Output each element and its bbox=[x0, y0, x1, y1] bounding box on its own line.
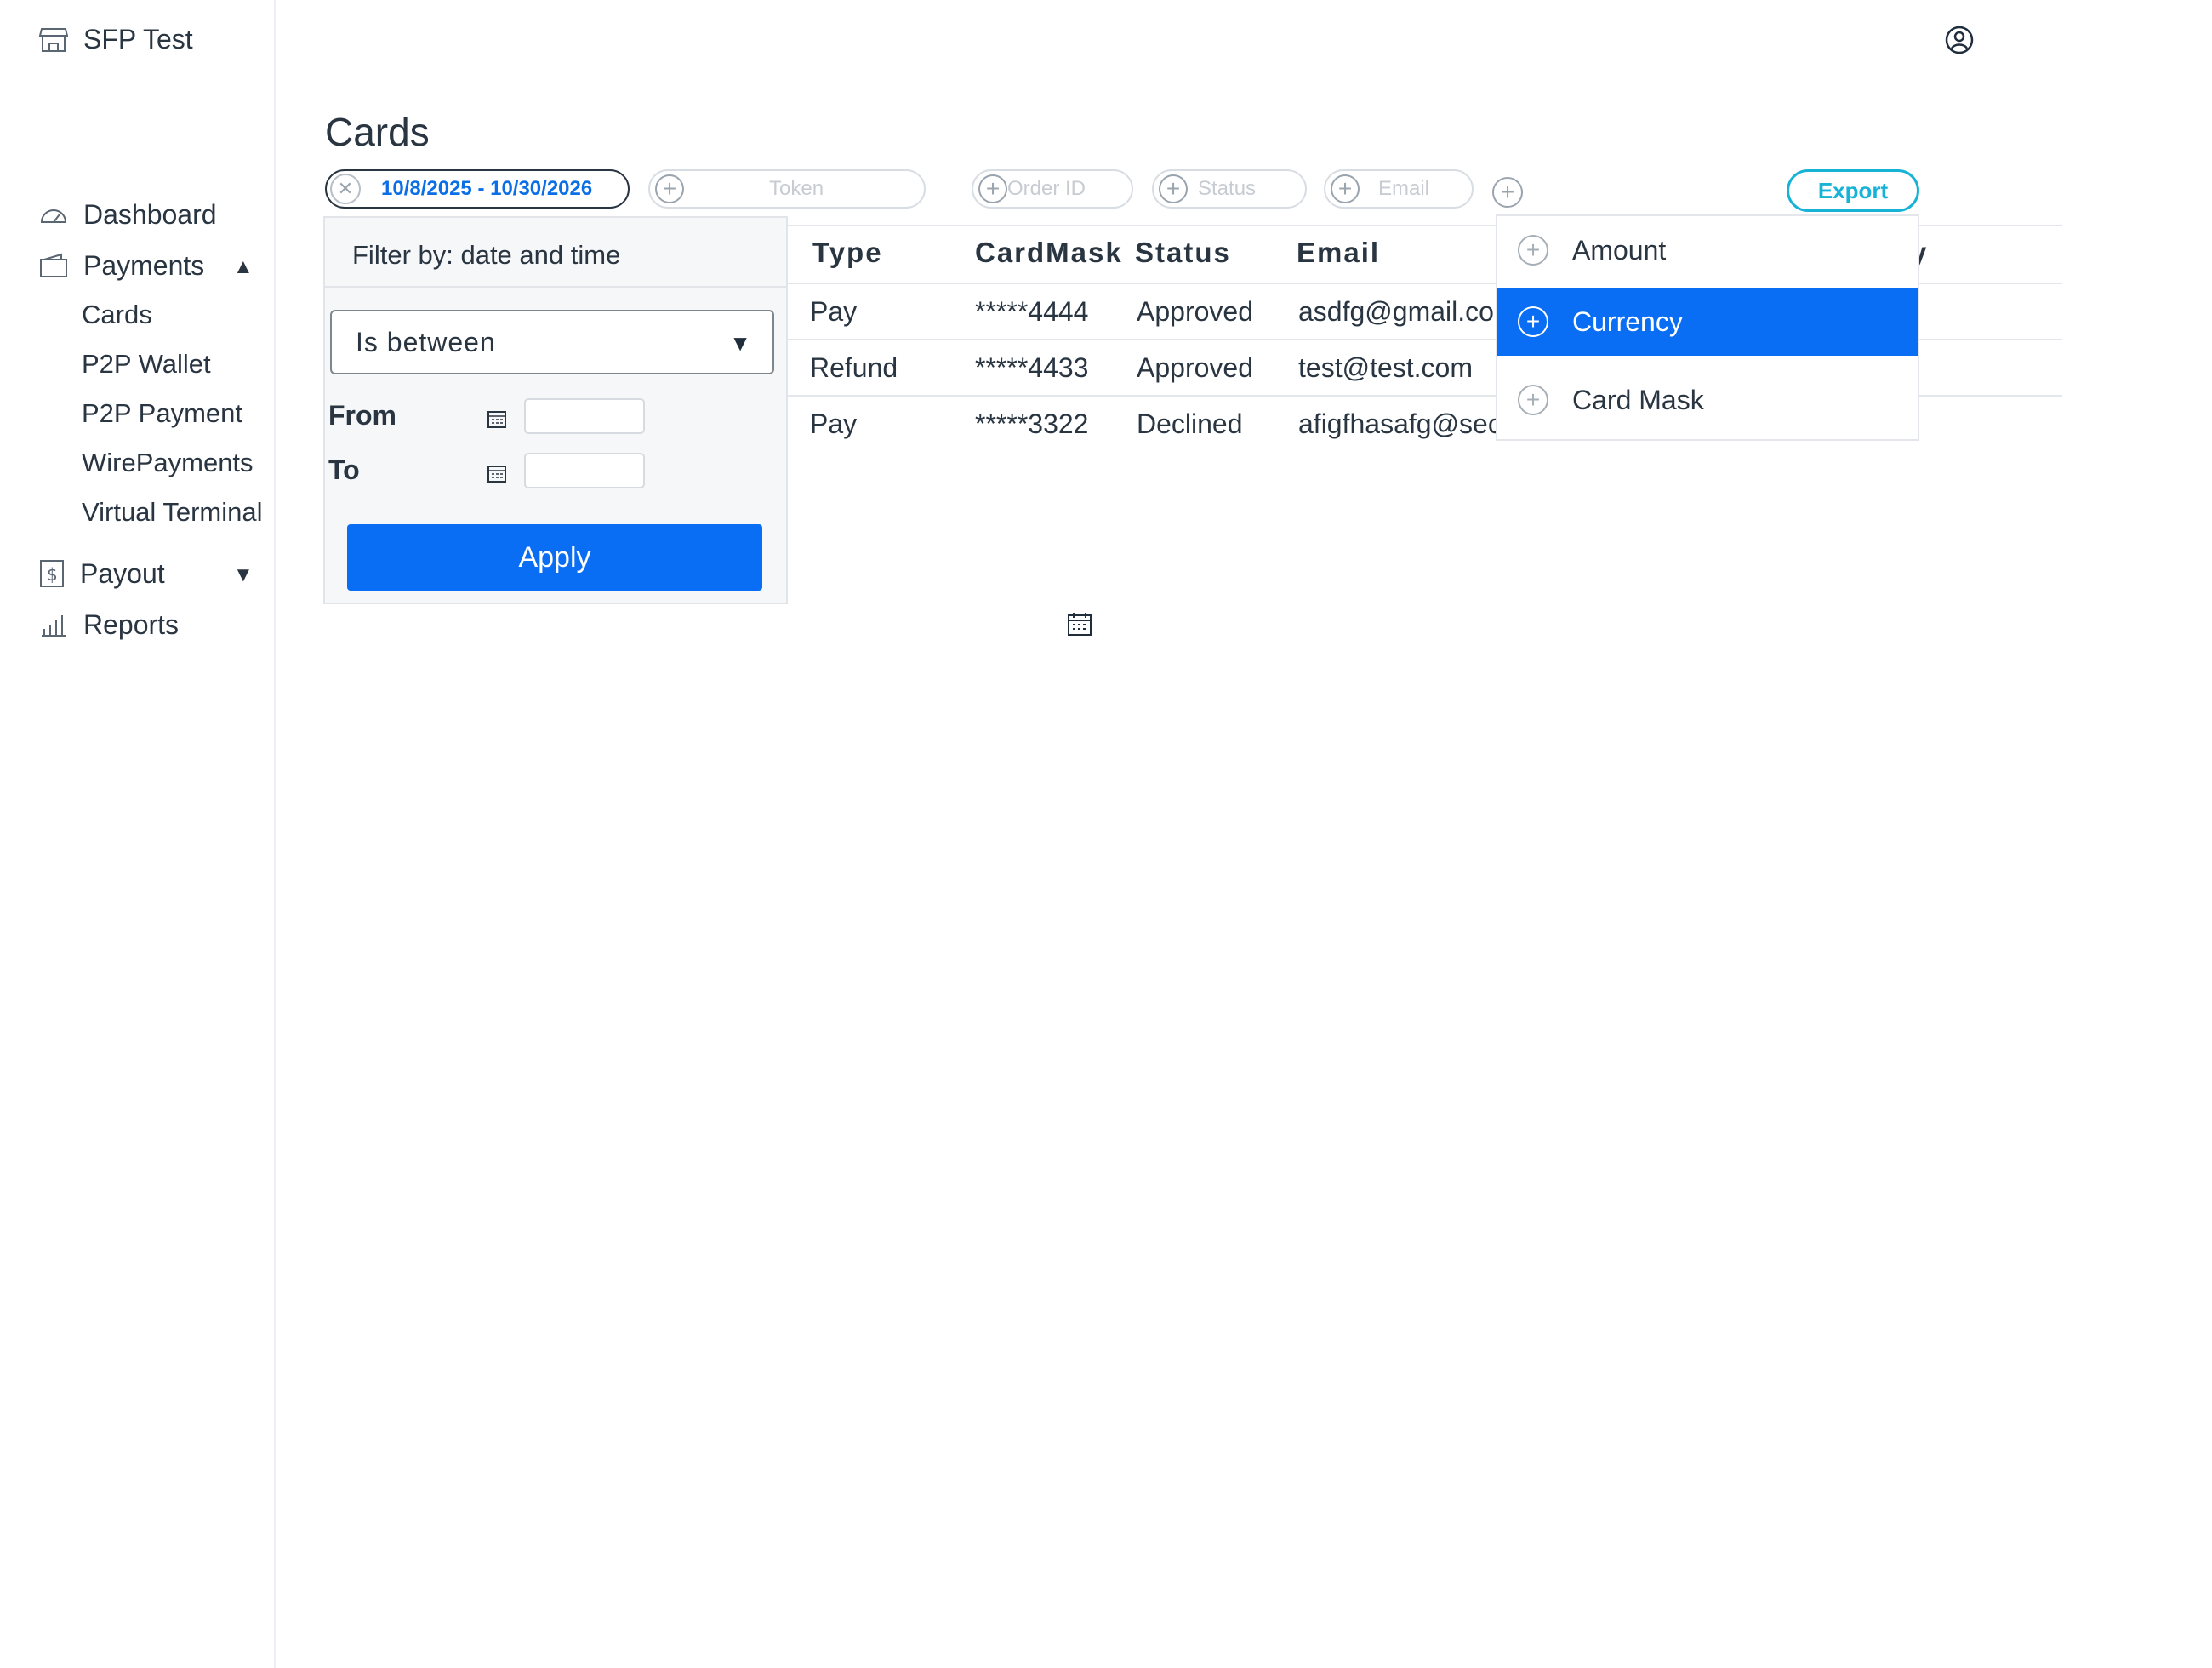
date-filter-heading: Filter by: date and time bbox=[325, 218, 786, 288]
date-range-filter-chip[interactable]: ✕ 10/8/2025 - 10/30/2026 bbox=[325, 169, 630, 208]
plus-icon: + bbox=[1518, 235, 1548, 266]
sidebar-sub-virtual-terminal[interactable]: Virtual Terminal bbox=[82, 495, 263, 529]
sidebar-item-label: Dashboard bbox=[83, 198, 217, 230]
date-filter-popover: Filter by: date and time Is between ▼ Fr… bbox=[323, 216, 788, 604]
brand-name: SFP Test bbox=[83, 24, 193, 54]
sidebar-sub-wirepayments[interactable]: WirePayments bbox=[82, 446, 254, 480]
chevron-up-icon[interactable]: ▲ bbox=[233, 255, 254, 279]
dropdown-arrow-icon: ▼ bbox=[729, 330, 752, 356]
sidebar-sub-p2p-wallet[interactable]: P2P Wallet bbox=[82, 347, 211, 381]
store-icon bbox=[39, 27, 68, 52]
chevron-down-icon[interactable]: ▼ bbox=[233, 563, 254, 587]
order-id-filter-label: Order ID bbox=[1007, 177, 1086, 200]
wallet-icon bbox=[40, 253, 67, 277]
to-label: To bbox=[328, 454, 360, 485]
sidebar-item-payments[interactable]: Payments bbox=[39, 247, 204, 284]
column-header-cardmask[interactable]: CardMask bbox=[975, 237, 1123, 269]
plus-icon: + bbox=[655, 174, 684, 203]
calendar-icon[interactable] bbox=[1067, 611, 1092, 641]
token-filter-label: Token bbox=[769, 177, 824, 200]
from-label: From bbox=[328, 400, 396, 431]
table-cell-status: Approved bbox=[1137, 352, 1253, 383]
plus-icon: + bbox=[1331, 174, 1360, 203]
table-cell-status: Declined bbox=[1137, 408, 1243, 439]
column-header-email[interactable]: Email bbox=[1297, 237, 1380, 269]
plus-icon: + bbox=[1159, 174, 1188, 203]
sidebar: SFP Test Dashboard Payments ▲ Cards P2P … bbox=[0, 0, 276, 1668]
menu-item-label: Amount bbox=[1572, 234, 1667, 266]
svg-text:$: $ bbox=[47, 564, 58, 585]
operator-select[interactable]: Is between ▼ bbox=[330, 310, 774, 374]
from-date-input[interactable] bbox=[524, 398, 645, 434]
date-range-value: 10/8/2025 - 10/30/2026 bbox=[381, 177, 593, 200]
user-profile-icon[interactable] bbox=[1945, 26, 1974, 59]
menu-item-currency[interactable]: + Currency bbox=[1497, 288, 1918, 356]
order-id-filter-chip[interactable]: + Order ID bbox=[972, 169, 1133, 208]
table-cell-email: afigfhasafg@sec bbox=[1298, 408, 1502, 439]
to-date-input[interactable] bbox=[524, 453, 645, 488]
sidebar-item-reports[interactable]: Reports bbox=[39, 606, 179, 643]
column-header-type[interactable]: Type bbox=[812, 237, 883, 269]
brand[interactable]: SFP Test bbox=[39, 24, 193, 55]
sidebar-item-label: Payments bbox=[83, 249, 205, 281]
dollar-document-icon: $ bbox=[40, 560, 64, 587]
sidebar-item-label: Payout bbox=[80, 557, 165, 589]
clear-icon[interactable]: ✕ bbox=[330, 174, 361, 204]
table-cell-cardmask: *****4444 bbox=[975, 296, 1089, 327]
menu-item-label: Currency bbox=[1572, 306, 1683, 337]
plus-icon: + bbox=[1518, 385, 1548, 415]
plus-icon: + bbox=[978, 174, 1007, 203]
plus-icon: + bbox=[1518, 306, 1548, 337]
bar-chart-icon bbox=[42, 615, 66, 637]
token-filter-chip[interactable]: + Token bbox=[648, 169, 926, 208]
sidebar-item-label: Reports bbox=[83, 608, 180, 640]
table-cell-status: Approved bbox=[1137, 296, 1253, 327]
dashboard-icon bbox=[40, 209, 67, 223]
calendar-icon[interactable] bbox=[487, 463, 507, 488]
sidebar-item-payout[interactable]: $ Payout bbox=[39, 555, 165, 592]
sidebar-item-dashboard[interactable]: Dashboard bbox=[39, 196, 217, 233]
add-column-menu: + Amount + Currency + Card Mask bbox=[1496, 214, 1919, 441]
export-button[interactable]: Export bbox=[1787, 169, 1919, 212]
sidebar-sub-cards[interactable]: Cards bbox=[82, 298, 152, 332]
sidebar-sub-p2p-payment[interactable]: P2P Payment bbox=[82, 397, 242, 431]
operator-value: Is between bbox=[356, 327, 496, 357]
table-cell-email: asdfg@gmail.co bbox=[1298, 296, 1494, 327]
page-title: Cards bbox=[325, 110, 430, 154]
column-header-status[interactable]: Status bbox=[1135, 237, 1231, 269]
menu-item-amount[interactable]: + Amount bbox=[1497, 216, 1918, 284]
table-cell-email: test@test.com bbox=[1298, 352, 1473, 383]
table-cell-type: Pay bbox=[810, 296, 858, 327]
add-filter-icon[interactable]: + bbox=[1492, 177, 1523, 208]
email-filter-label: Email bbox=[1378, 177, 1430, 200]
table-cell-cardmask: *****3322 bbox=[975, 408, 1089, 439]
status-filter-label: Status bbox=[1198, 177, 1257, 200]
menu-item-card-mask[interactable]: + Card Mask bbox=[1497, 366, 1918, 434]
menu-item-label: Card Mask bbox=[1572, 384, 1704, 415]
apply-button[interactable]: Apply bbox=[347, 524, 762, 591]
status-filter-chip[interactable]: + Status bbox=[1152, 169, 1307, 208]
table-cell-cardmask: *****4433 bbox=[975, 352, 1089, 383]
calendar-icon[interactable] bbox=[487, 408, 507, 433]
email-filter-chip[interactable]: + Email bbox=[1324, 169, 1474, 208]
table-cell-type: Refund bbox=[810, 352, 898, 383]
table-cell-type: Pay bbox=[810, 408, 858, 439]
